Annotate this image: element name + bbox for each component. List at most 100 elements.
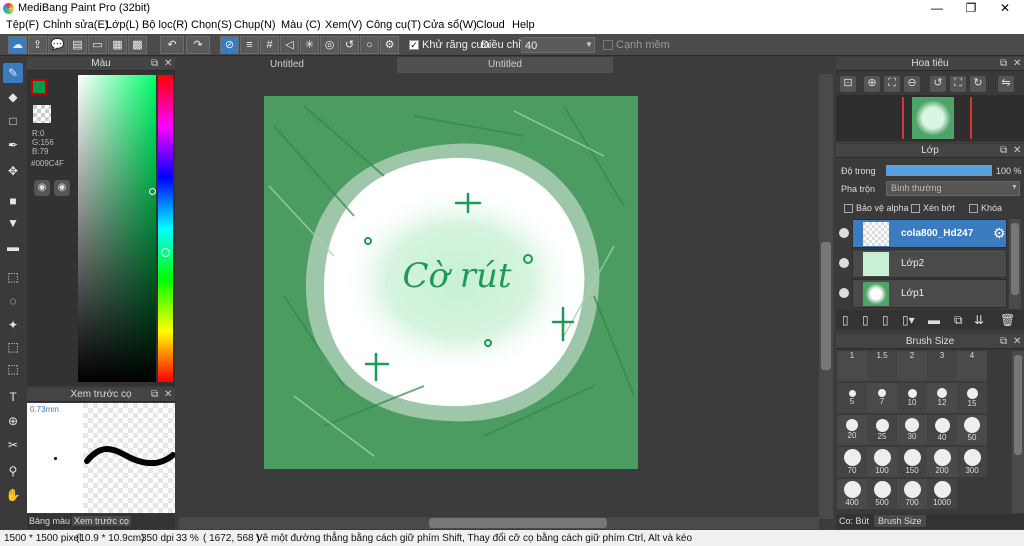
fill-rect-tool-icon[interactable]: ■ — [3, 191, 23, 211]
drawing-canvas[interactable]: Cờ rút — [264, 96, 638, 469]
new-layer-1bit-icon[interactable]: ▯ — [882, 313, 889, 327]
eyedropper-icon[interactable]: ⚲ — [3, 461, 23, 481]
undock-icon[interactable]: ⧉ — [1000, 336, 1007, 347]
snap-curve-icon[interactable]: ↺ — [340, 36, 359, 54]
snap-settings-icon[interactable]: ⚙ — [380, 36, 399, 54]
rotate-right-icon[interactable]: ↻ — [970, 76, 986, 92]
cloud-icon[interactable]: ☁ — [8, 36, 27, 54]
hue-cursor[interactable] — [161, 248, 170, 257]
brush-size-option[interactable]: 25 — [867, 415, 897, 445]
operation-tool-icon[interactable]: ⊕ — [3, 411, 23, 431]
horizontal-scrollbar[interactable] — [179, 517, 819, 529]
menu-window[interactable]: Cửa sổ(W) — [423, 19, 477, 31]
layer-scrollbar[interactable] — [1009, 219, 1021, 309]
brush-size-option[interactable]: 300 — [957, 447, 987, 477]
tab-brush-size[interactable]: Brush Size — [874, 515, 926, 527]
magic-wand-icon[interactable]: ✦ — [3, 315, 23, 335]
primary-color-swatch[interactable] — [31, 79, 47, 95]
brush-size-option[interactable]: 2 — [897, 351, 927, 381]
undock-icon[interactable]: ⧉ — [1000, 145, 1007, 156]
brush-size-option[interactable]: 50 — [957, 415, 987, 445]
duplicate-layer-icon[interactable]: ⧉ — [954, 313, 963, 328]
hue-slider[interactable] — [158, 75, 173, 382]
menu-tools[interactable]: Công cụ(T) — [366, 19, 421, 31]
layer-row[interactable]: Lớp1 — [839, 279, 1007, 308]
antialias-checkbox[interactable]: ✓ — [409, 40, 419, 50]
lock-checkbox[interactable] — [969, 204, 978, 213]
rotate-left-icon[interactable]: ↺ — [930, 76, 946, 92]
new-layer-icon[interactable]: ▯ — [842, 313, 849, 327]
zoom-out-icon[interactable]: ⊖ — [904, 76, 920, 92]
brush-size-option[interactable]: 5 — [837, 383, 867, 413]
tab-untitled-1[interactable]: Untitled — [179, 57, 395, 73]
close-button[interactable]: ✕ — [988, 0, 1022, 17]
menu-layer[interactable]: Lớp(L) — [106, 19, 139, 31]
close-icon[interactable]: ✕ — [1013, 145, 1021, 156]
brush-tool-icon[interactable]: ✎ — [3, 63, 23, 83]
eye-icon[interactable] — [839, 228, 849, 238]
saturation-value-picker[interactable] — [78, 75, 156, 382]
vertical-scrollbar[interactable] — [819, 74, 833, 519]
horizontal-scroll-thumb[interactable] — [429, 518, 607, 528]
brush-size-option[interactable]: 7 — [867, 383, 897, 413]
add-layer-menu-icon[interactable]: ▯▾ — [902, 313, 915, 327]
close-icon[interactable]: ✕ — [164, 58, 172, 69]
chat-icon[interactable]: ▤ — [68, 36, 87, 54]
menu-view[interactable]: Xem(V) — [325, 19, 362, 31]
snap-parallel-icon[interactable]: ≡ — [240, 36, 259, 54]
divide-tool-icon[interactable]: ✂ — [3, 435, 23, 455]
menu-select[interactable]: Chọn(S) — [191, 19, 232, 31]
comment-icon[interactable]: 💬 — [48, 36, 67, 54]
brush-size-option[interactable]: 500 — [867, 479, 897, 509]
tab-brush[interactable]: Co: Bút — [839, 516, 869, 526]
brush-size-option[interactable]: 150 — [897, 447, 927, 477]
gear-icon[interactable]: ⚙ — [993, 225, 1006, 242]
grid-icon[interactable]: ▩ — [128, 36, 147, 54]
layer-row[interactable]: cola800_Hd247 ⚙ — [839, 219, 1007, 248]
brush-size-option[interactable]: 30 — [897, 415, 927, 445]
sv-cursor[interactable] — [149, 188, 156, 195]
brush-size-option[interactable]: 1 — [837, 351, 867, 381]
lasso-icon[interactable]: ◌ — [3, 291, 23, 311]
select-eraser-icon[interactable]: ⬚ — [3, 359, 23, 379]
new-layer-8bit-icon[interactable]: ▯ — [862, 313, 869, 327]
flip-icon[interactable]: ⇋ — [998, 76, 1014, 92]
folder-icon[interactable]: ▬ — [928, 313, 940, 327]
snap-perspective-icon[interactable]: ◁ — [280, 36, 299, 54]
snap-ellipse-icon[interactable]: ○ — [360, 36, 379, 54]
eraser-tool-icon[interactable]: ◆ — [3, 87, 23, 107]
restore-button[interactable]: ❐ — [954, 0, 988, 17]
zoom-actual-icon[interactable]: ⛶ — [884, 76, 900, 92]
rectangle-tool-icon[interactable]: □ — [3, 111, 23, 131]
palette-icon[interactable]: ◉ — [34, 180, 50, 196]
brush-size-option[interactable]: 1000 — [927, 479, 957, 509]
close-icon[interactable]: ✕ — [1013, 336, 1021, 347]
select-rect-icon[interactable]: ⬚ — [3, 267, 23, 287]
brush-size-scrollbar[interactable] — [1012, 351, 1024, 513]
vertical-scroll-thumb[interactable] — [821, 242, 831, 370]
close-icon[interactable]: ✕ — [164, 389, 172, 400]
eye-icon[interactable] — [839, 258, 849, 268]
menu-color[interactable]: Màu (C) — [281, 19, 321, 31]
transparent-swatch[interactable] — [33, 105, 51, 123]
brush-size-option[interactable]: 12 — [927, 383, 957, 413]
text-tool-icon[interactable]: T — [3, 387, 23, 407]
brush-size-option[interactable]: 200 — [927, 447, 957, 477]
hand-tool-icon[interactable]: ✋ — [3, 485, 23, 505]
gradient-tool-icon[interactable]: ▬ — [3, 237, 23, 257]
snap-circle-icon[interactable]: ◎ — [320, 36, 339, 54]
brush-size-option[interactable]: 10 — [897, 383, 927, 413]
brush-size-option[interactable]: 15 — [957, 383, 987, 413]
layer-scroll-thumb[interactable] — [1011, 223, 1019, 295]
brush-size-option[interactable]: 100 — [867, 447, 897, 477]
brush-size-option[interactable]: 40 — [927, 415, 957, 445]
brush-size-option[interactable]: 400 — [837, 479, 867, 509]
share-icon[interactable]: ⇪ — [28, 36, 47, 54]
snap-grid-icon[interactable]: # — [260, 36, 279, 54]
bucket-tool-icon[interactable]: ▼ — [3, 213, 23, 233]
move-tool-icon[interactable]: ✥ — [3, 161, 23, 181]
brush-size-option[interactable]: 4 — [957, 351, 987, 381]
snap-radial-icon[interactable]: ✳ — [300, 36, 319, 54]
zoom-fit-icon[interactable]: ⊡ — [840, 76, 856, 92]
merge-down-icon[interactable]: ⇊ — [974, 313, 984, 327]
